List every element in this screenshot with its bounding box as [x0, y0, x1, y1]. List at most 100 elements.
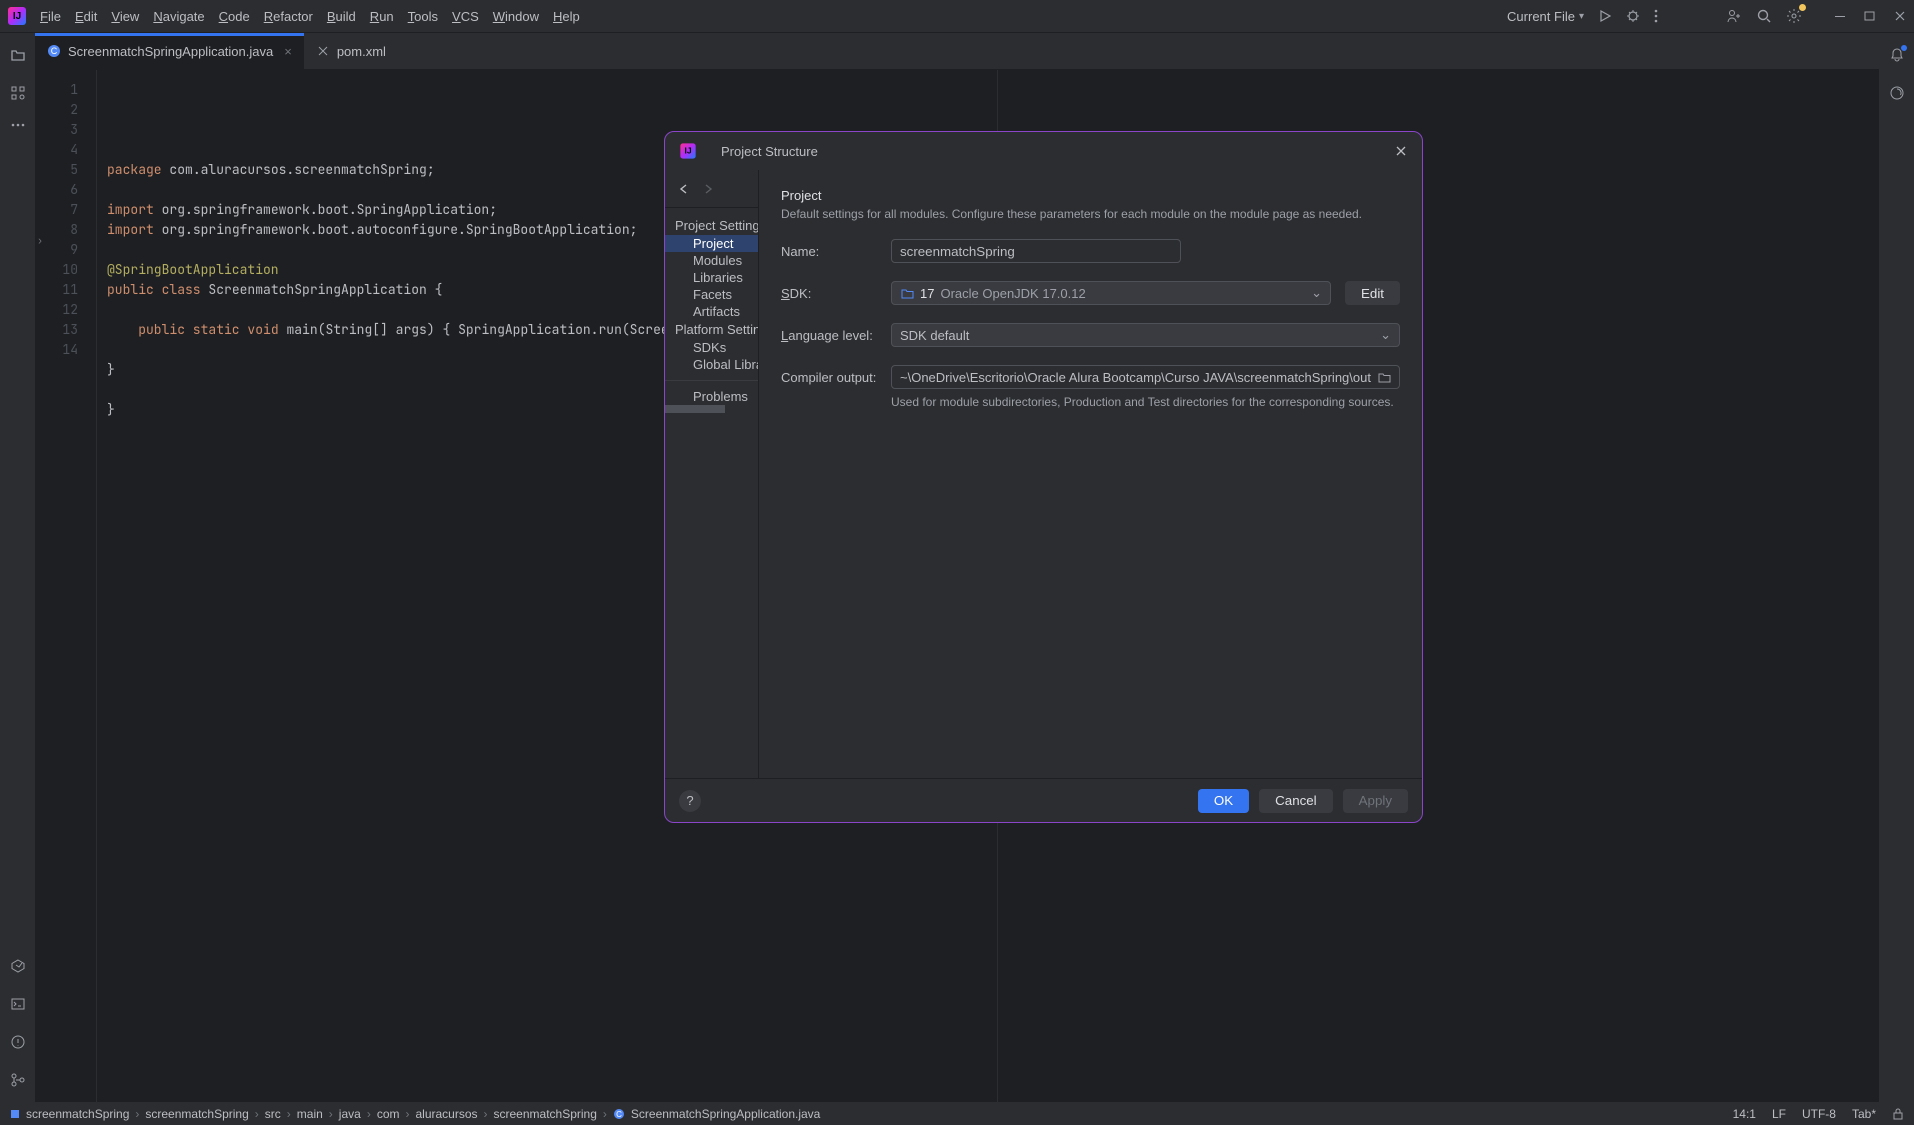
- compiler-output-label: Compiler output:: [781, 370, 877, 385]
- terminal-tool-icon[interactable]: [10, 996, 26, 1012]
- compiler-output-path: ~\OneDrive\Escritorio\Oracle Alura Bootc…: [900, 370, 1371, 385]
- compiler-output-field[interactable]: ~\OneDrive\Escritorio\Oracle Alura Bootc…: [891, 365, 1400, 389]
- chevron-down-icon: ▾: [1579, 11, 1584, 22]
- tree-item-project[interactable]: Project: [665, 235, 758, 252]
- sdk-detail: Oracle OpenJDK 17.0.12: [940, 286, 1085, 301]
- ai-tool-icon[interactable]: [1889, 85, 1905, 101]
- collab-icon[interactable]: [1726, 8, 1742, 24]
- dialog-footer: ? OK Cancel Apply: [665, 778, 1422, 822]
- tab-pom.xml[interactable]: pom.xml: [304, 33, 398, 69]
- left-tool-strip: [0, 33, 35, 1102]
- dialog-nav-tree: Project Settings ProjectModulesLibraries…: [665, 208, 758, 413]
- services-tool-icon[interactable]: [10, 958, 26, 974]
- menu-refactor[interactable]: Refactor: [264, 9, 313, 24]
- tree-item-sdks[interactable]: SDKs: [665, 339, 758, 356]
- menu-tools[interactable]: Tools: [408, 9, 438, 24]
- svg-text:C: C: [616, 1110, 622, 1119]
- apply-button[interactable]: Apply: [1343, 789, 1408, 813]
- line-separator[interactable]: LF: [1772, 1107, 1786, 1121]
- run-config-selector[interactable]: Current File ▾: [1507, 9, 1584, 24]
- dialog-close-icon[interactable]: [1394, 144, 1408, 158]
- fold-icon[interactable]: ›: [37, 231, 43, 251]
- tree-item-modules[interactable]: Modules: [665, 252, 758, 269]
- class-file-icon: C: [47, 44, 61, 58]
- crumb[interactable]: aluracursos: [415, 1107, 477, 1121]
- dialog-titlebar[interactable]: IJ Project Structure: [665, 132, 1422, 170]
- menu-help[interactable]: Help: [553, 9, 580, 24]
- notifications-icon[interactable]: [1889, 47, 1905, 63]
- menu-file[interactable]: File: [40, 9, 61, 24]
- project-tool-icon[interactable]: [10, 47, 26, 63]
- crumb-separator: ›: [329, 1107, 333, 1121]
- crumb[interactable]: src: [265, 1107, 281, 1121]
- crumb[interactable]: ScreenmatchSpringApplication.java: [631, 1107, 820, 1121]
- crumb-separator: ›: [367, 1107, 371, 1121]
- settings-icon[interactable]: [1786, 8, 1802, 24]
- tree-item-global-libraries[interactable]: Global Libraries: [665, 356, 758, 373]
- crumb[interactable]: screenmatchSpring: [494, 1107, 597, 1121]
- breadcrumbs[interactable]: screenmatchSpring › screenmatchSpring › src ›…: [10, 1107, 820, 1121]
- crumb-separator: ›: [287, 1107, 291, 1121]
- tree-item-libraries[interactable]: Libraries: [665, 269, 758, 286]
- module-icon: [10, 1109, 20, 1119]
- edit-sdk-button[interactable]: Edit: [1345, 281, 1400, 305]
- help-button[interactable]: ?: [679, 790, 701, 812]
- readonly-lock-icon[interactable]: [1892, 1108, 1904, 1120]
- nav-back-icon[interactable]: [677, 182, 691, 196]
- tab-label: pom.xml: [337, 44, 386, 59]
- dialog-content: Project Default settings for all modules…: [759, 170, 1422, 778]
- tab-close-icon[interactable]: ×: [284, 44, 292, 59]
- menu-window[interactable]: Window: [493, 9, 539, 24]
- dialog-title: Project Structure: [721, 144, 818, 159]
- tree-item-problems[interactable]: Problems: [665, 388, 758, 405]
- sdk-select[interactable]: 17 Oracle OpenJDK 17.0.12 ⌄: [891, 281, 1331, 305]
- ok-button[interactable]: OK: [1198, 789, 1249, 813]
- language-level-value: SDK default: [900, 328, 969, 343]
- caret-position[interactable]: 14:1: [1733, 1107, 1756, 1121]
- menu-build[interactable]: Build: [327, 9, 356, 24]
- indent[interactable]: Tab*: [1852, 1107, 1876, 1121]
- name-label: Name:: [781, 244, 877, 259]
- menu-navigate[interactable]: Navigate: [153, 9, 204, 24]
- crumb-separator: ›: [255, 1107, 259, 1121]
- encoding[interactable]: UTF-8: [1802, 1107, 1836, 1121]
- debug-icon[interactable]: [1626, 9, 1640, 23]
- run-icon[interactable]: [1598, 9, 1612, 23]
- xml-file-icon: [316, 44, 330, 58]
- crumb[interactable]: java: [339, 1107, 361, 1121]
- crumb[interactable]: screenmatchSpring: [26, 1107, 129, 1121]
- crumb[interactable]: screenmatchSpring: [145, 1107, 248, 1121]
- structure-tool-icon[interactable]: [10, 85, 26, 101]
- crumb-separator: ›: [603, 1107, 607, 1121]
- crumb[interactable]: com: [377, 1107, 400, 1121]
- menu-view[interactable]: View: [111, 9, 139, 24]
- more-tools-icon[interactable]: [11, 123, 25, 127]
- crumb-separator: ›: [135, 1107, 139, 1121]
- tab-ScreenmatchSpringApplication.java[interactable]: CScreenmatchSpringApplication.java×: [35, 33, 304, 69]
- tree-item-artifacts[interactable]: Artifacts: [665, 303, 758, 320]
- crumb[interactable]: main: [297, 1107, 323, 1121]
- menu-edit[interactable]: Edit: [75, 9, 97, 24]
- search-icon[interactable]: [1756, 8, 1772, 24]
- editor-tabs: CScreenmatchSpringApplication.java× pom.x…: [35, 33, 1879, 70]
- browse-folder-icon[interactable]: [1377, 370, 1391, 384]
- language-level-select[interactable]: SDK default ⌄: [891, 323, 1400, 347]
- minimize-icon[interactable]: [1834, 10, 1846, 22]
- problems-tool-icon[interactable]: [10, 1034, 26, 1050]
- menu-run[interactable]: Run: [370, 9, 394, 24]
- sidebar-scrollbar[interactable]: [665, 405, 725, 413]
- app-icon: IJ: [8, 7, 26, 25]
- menu-vcs[interactable]: VCS: [452, 9, 479, 24]
- class-file-icon: C: [613, 1108, 625, 1120]
- tree-item-facets[interactable]: Facets: [665, 286, 758, 303]
- section-description: Default settings for all modules. Config…: [781, 207, 1400, 221]
- project-name-input[interactable]: [891, 239, 1181, 263]
- close-icon[interactable]: [1894, 10, 1906, 22]
- nav-forward-icon: [701, 182, 715, 196]
- more-icon[interactable]: [1654, 9, 1658, 23]
- menu-code[interactable]: Code: [219, 9, 250, 24]
- cancel-button[interactable]: Cancel: [1259, 789, 1333, 813]
- vcs-tool-icon[interactable]: [10, 1072, 26, 1088]
- maximize-icon[interactable]: [1864, 10, 1876, 22]
- chevron-down-icon: ⌄: [1380, 327, 1391, 343]
